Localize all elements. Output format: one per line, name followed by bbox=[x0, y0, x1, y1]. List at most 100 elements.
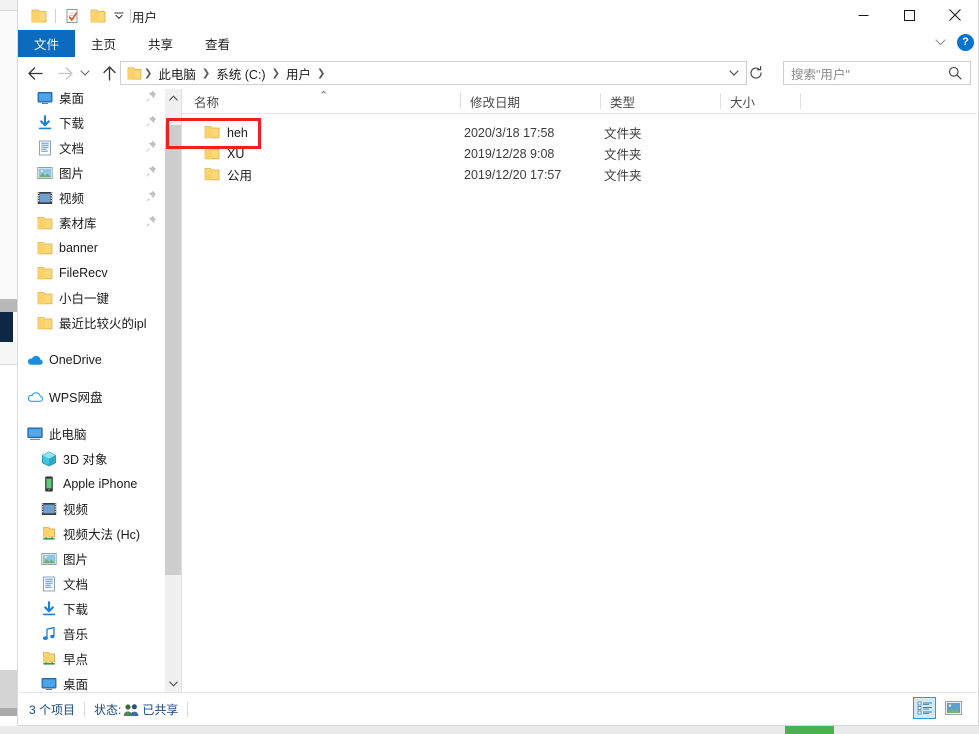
column-header-type[interactable]: 类型 bbox=[610, 89, 635, 113]
sidebar-item-[interactable]: 桌面 bbox=[19, 89, 165, 110]
details-view-button[interactable] bbox=[913, 697, 936, 719]
navigation-scrollbar[interactable] bbox=[165, 89, 181, 692]
folder-drive-icon bbox=[41, 651, 57, 667]
properties-icon[interactable] bbox=[59, 6, 85, 26]
folder-drive-icon bbox=[41, 526, 57, 542]
scroll-down-icon[interactable] bbox=[165, 675, 181, 692]
folder-icon[interactable] bbox=[26, 6, 52, 26]
breadcrumb[interactable]: ❯ 此电脑 ❯ 系统 (C:) ❯ 用户 ❯ bbox=[120, 61, 747, 85]
breadcrumb-separator-1[interactable]: ❯ bbox=[200, 68, 212, 79]
search-input[interactable]: 搜索"用户" bbox=[783, 61, 971, 85]
sidebar-item-[interactable]: 小白一键 bbox=[19, 285, 165, 310]
document-icon bbox=[41, 576, 57, 592]
navigation-pane[interactable]: 桌面下载文档图片视频素材库bannerFileRecv小白一键最近比较火的ipl… bbox=[19, 89, 165, 692]
table-row[interactable]: 公用2019/12/20 17:57文件夹 bbox=[182, 164, 977, 185]
sidebar-item-[interactable]: 下载 bbox=[19, 110, 165, 135]
pin-icon[interactable] bbox=[145, 90, 157, 104]
forward-button[interactable] bbox=[54, 62, 77, 85]
sidebar-item-wps[interactable]: WPS网盘 bbox=[19, 384, 165, 409]
pin-icon[interactable] bbox=[145, 115, 157, 129]
tab-view[interactable]: 查看 bbox=[189, 30, 246, 57]
close-icon[interactable] bbox=[932, 0, 978, 30]
pin-icon[interactable] bbox=[145, 140, 157, 154]
column-header-date[interactable]: 修改日期 bbox=[470, 89, 520, 113]
sidebar-item-[interactable]: 文档 bbox=[19, 135, 165, 160]
search-placeholder: 搜索"用户" bbox=[784, 64, 948, 83]
customize-qat-dropdown-icon[interactable] bbox=[111, 6, 127, 26]
breadcrumb-separator-2[interactable]: ❯ bbox=[270, 68, 282, 79]
onedrive-icon bbox=[27, 352, 43, 368]
qat-separator-1 bbox=[55, 9, 56, 23]
scrollbar-thumb[interactable] bbox=[165, 125, 181, 575]
table-row[interactable]: XU2019/12/28 9:08文件夹 bbox=[182, 143, 977, 164]
file-name-label: 公用 bbox=[227, 165, 252, 184]
breadcrumb-separator-3[interactable]: ❯ bbox=[315, 68, 327, 79]
column-separator-3[interactable] bbox=[720, 93, 721, 109]
file-name-label: heh bbox=[227, 126, 248, 140]
pin-icon[interactable] bbox=[145, 215, 157, 229]
large-icons-view-button[interactable] bbox=[942, 697, 965, 719]
sidebar-item-onedrive[interactable]: OneDrive bbox=[19, 347, 165, 372]
file-name-cell[interactable]: heh bbox=[204, 125, 248, 141]
sidebar-item-[interactable]: 素材库 bbox=[19, 210, 165, 235]
pin-icon[interactable] bbox=[145, 190, 157, 204]
new-folder-icon[interactable] bbox=[85, 6, 111, 26]
sidebar-group-gap bbox=[19, 409, 165, 421]
file-date-cell: 2019/12/28 9:08 bbox=[464, 147, 554, 161]
sidebar-item-[interactable]: 视频 bbox=[19, 185, 165, 210]
search-icon[interactable] bbox=[948, 66, 970, 80]
address-dropdown-icon[interactable] bbox=[723, 62, 745, 84]
breadcrumb-item-system-c[interactable]: 系统 (C:) bbox=[212, 64, 269, 83]
background-window-strip-9 bbox=[0, 670, 17, 708]
breadcrumb-item-users[interactable]: 用户 bbox=[282, 64, 315, 83]
sidebar-item-[interactable]: 下载 bbox=[19, 596, 165, 621]
file-name-cell[interactable]: 公用 bbox=[204, 165, 252, 184]
scroll-up-icon[interactable] bbox=[165, 89, 181, 106]
ribbon-tab-bar: 文件 主页 共享 查看 ? bbox=[18, 30, 978, 58]
file-rows-container: heh2020/3/18 17:58文件夹XU2019/12/28 9:08文件… bbox=[182, 114, 977, 185]
tab-file[interactable]: 文件 bbox=[18, 30, 75, 57]
sidebar-item-filerecv[interactable]: FileRecv bbox=[19, 260, 165, 285]
file-list-pane[interactable]: 名称 ⌃ 修改日期 类型 大小 heh2020/3/18 17:58文件夹XU2… bbox=[182, 89, 977, 692]
sidebar-item-[interactable]: 图片 bbox=[19, 160, 165, 185]
pin-icon[interactable] bbox=[145, 165, 157, 179]
tab-share[interactable]: 共享 bbox=[132, 30, 189, 57]
minimize-icon[interactable] bbox=[840, 0, 886, 30]
sidebar-item-ipl[interactable]: 最近比较火的ipl bbox=[19, 310, 165, 335]
sidebar-item-[interactable]: 桌面 bbox=[19, 671, 165, 692]
sidebar-item-hc[interactable]: 视频大法 (Hc) bbox=[19, 521, 165, 546]
column-separator-2[interactable] bbox=[600, 93, 601, 109]
column-header-name[interactable]: 名称 bbox=[194, 89, 219, 113]
breadcrumb-separator-0[interactable]: ❯ bbox=[142, 68, 154, 79]
sidebar-item-label: 音乐 bbox=[63, 624, 88, 643]
help-icon[interactable]: ? bbox=[957, 34, 974, 51]
sidebar-item-appleiphone[interactable]: Apple iPhone bbox=[19, 471, 165, 496]
file-explorer-window: 用户 文件 主页 共享 查看 bbox=[17, 0, 979, 726]
up-button[interactable] bbox=[98, 62, 121, 85]
breadcrumb-item-this-pc[interactable]: 此电脑 bbox=[154, 64, 200, 83]
file-name-cell[interactable]: XU bbox=[204, 146, 244, 162]
folder-icon bbox=[204, 167, 220, 183]
column-header-size[interactable]: 大小 bbox=[730, 89, 755, 113]
pictures-icon bbox=[41, 551, 57, 567]
maximize-icon[interactable] bbox=[886, 0, 932, 30]
back-button[interactable] bbox=[24, 62, 47, 85]
column-separator-4[interactable] bbox=[800, 93, 801, 109]
chevron-down-icon[interactable] bbox=[931, 33, 949, 51]
sidebar-item-[interactable]: 此电脑 bbox=[19, 421, 165, 446]
refresh-icon[interactable] bbox=[745, 62, 767, 84]
sidebar-item-banner[interactable]: banner bbox=[19, 235, 165, 260]
recent-locations-dropdown[interactable] bbox=[77, 62, 93, 85]
column-separator-1[interactable] bbox=[460, 93, 461, 109]
sidebar-item-[interactable]: 文档 bbox=[19, 571, 165, 596]
sidebar-item-3d[interactable]: 3D 对象 bbox=[19, 446, 165, 471]
table-row[interactable]: heh2020/3/18 17:58文件夹 bbox=[182, 122, 977, 143]
sidebar-item-[interactable]: 早点 bbox=[19, 646, 165, 671]
sidebar-item-[interactable]: 图片 bbox=[19, 546, 165, 571]
sidebar-item-[interactable]: 视频 bbox=[19, 496, 165, 521]
sidebar-item-label: 视频大法 (Hc) bbox=[63, 524, 140, 543]
wps-cloud-icon bbox=[27, 389, 43, 405]
tab-home[interactable]: 主页 bbox=[75, 30, 132, 57]
sidebar-item-[interactable]: 音乐 bbox=[19, 621, 165, 646]
background-window-strip-5 bbox=[0, 312, 13, 342]
